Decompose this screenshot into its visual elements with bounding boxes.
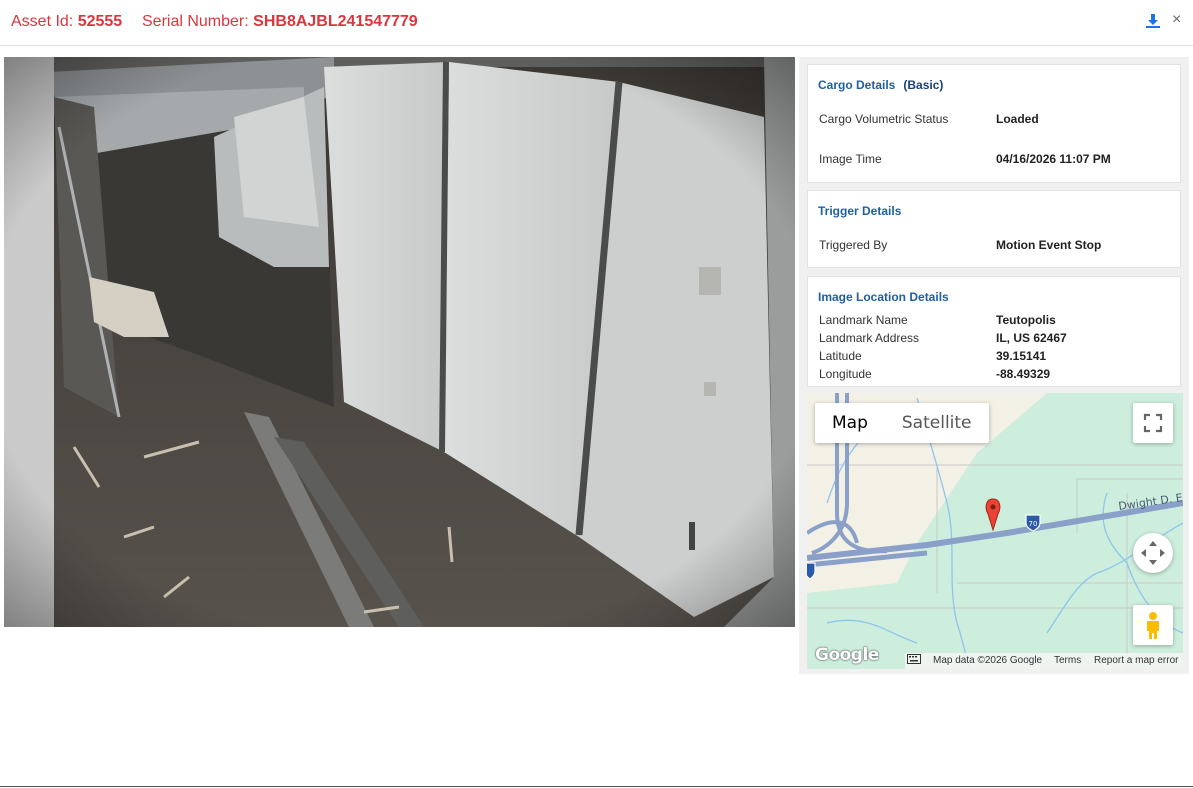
cargo-details-card: Cargo Details (Basic) Cargo Volumetric St… — [807, 64, 1181, 183]
trigger-details-card: Trigger Details Triggered By Motion Even… — [807, 190, 1181, 268]
compass-icon — [1141, 541, 1165, 565]
map-type-satellite-button[interactable]: Satellite — [885, 403, 989, 443]
cargo-volumetric-value: Loaded — [996, 112, 1039, 126]
fullscreen-button[interactable] — [1133, 403, 1173, 443]
latitude-label: Latitude — [819, 349, 862, 363]
camera-control-button[interactable] — [1133, 533, 1173, 573]
interstate-shield-label: 70 — [1029, 520, 1038, 528]
modal-header: Asset Id: 52555 Serial Number: SHB8AJBL2… — [0, 0, 1193, 46]
image-time-label: Image Time — [819, 152, 882, 166]
image-time-value: 04/16/2026 11:07 PM — [996, 152, 1111, 166]
details-panel: Cargo Details (Basic) Cargo Volumetric St… — [799, 57, 1189, 674]
street-view-button[interactable] — [1133, 605, 1173, 645]
fullscreen-icon — [1143, 413, 1163, 433]
serial-number-label: Serial Number: — [142, 13, 249, 30]
pegman-icon — [1147, 612, 1159, 639]
cargo-mode-badge: (Basic) — [903, 78, 944, 92]
asset-id-value: 52555 — [77, 13, 123, 30]
serial-number-value: SHB8AJBL241547779 — [253, 13, 418, 30]
triggered-by-label: Triggered By — [819, 238, 888, 252]
keyboard-icon — [907, 654, 921, 664]
triggered-by-value: Motion Event Stop — [996, 238, 1102, 252]
cargo-volumetric-label: Cargo Volumetric Status — [819, 112, 949, 126]
keyboard-shortcuts-button[interactable] — [907, 654, 921, 667]
map-type-map-button[interactable]: Map — [815, 403, 885, 443]
map-type-control: Map Satellite — [815, 403, 989, 443]
trigger-details-title: Trigger Details — [818, 204, 902, 218]
map-attribution: Map data ©2026 Google Terms Report a map… — [905, 653, 1183, 669]
download-button[interactable] — [1145, 13, 1161, 29]
serial-number: Serial Number: SHB8AJBL241547779 — [142, 13, 418, 31]
landmark-address-label: Landmark Address — [819, 331, 920, 345]
longitude-value: -88.49329 — [996, 367, 1051, 381]
cargo-details-title-text: Cargo Details — [818, 78, 896, 92]
location-map[interactable]: Dwight D. Ei 70 Map Satellite Google Map… — [807, 393, 1183, 669]
latitude-value: 39.15141 — [996, 349, 1047, 363]
asset-id-label: Asset Id: — [11, 13, 74, 30]
map-data-attribution: Map data ©2026 Google — [933, 655, 1043, 666]
bottom-divider — [0, 786, 1193, 787]
asset-id: Asset Id: 52555 — [11, 13, 122, 31]
close-icon: × — [1172, 11, 1182, 28]
close-button[interactable]: × — [1172, 11, 1186, 29]
landmark-name-value: Teutopolis — [996, 313, 1056, 327]
image-location-card: Image Location Details Landmark Name Teu… — [807, 276, 1181, 387]
image-location-title: Image Location Details — [818, 290, 949, 304]
google-logo: Google — [815, 645, 879, 665]
map-terms-link[interactable]: Terms — [1054, 655, 1081, 666]
landmark-address-value: IL, US 62467 — [996, 331, 1067, 345]
download-icon — [1146, 14, 1160, 28]
report-map-error-link[interactable]: Report a map error — [1094, 655, 1178, 666]
cargo-camera-image — [4, 57, 795, 627]
cargo-details-title: Cargo Details (Basic) — [818, 78, 943, 92]
longitude-label: Longitude — [819, 367, 872, 381]
landmark-name-label: Landmark Name — [819, 313, 908, 327]
